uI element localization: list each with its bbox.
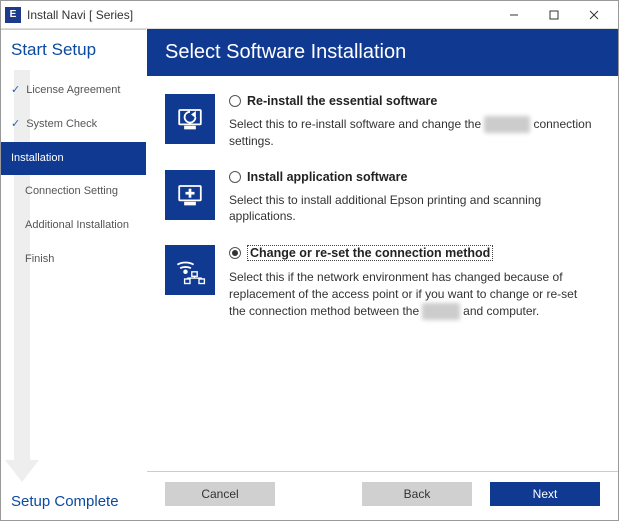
- option-title: Re-install the essential software: [247, 94, 437, 108]
- step-additional-installation: Additional Installation: [1, 209, 146, 243]
- titlebar: E Install Navi [ Series]: [1, 1, 618, 29]
- sidebar: Start Setup ✓ License Agreement ✓ System…: [1, 29, 146, 520]
- cancel-button[interactable]: Cancel: [165, 482, 275, 506]
- page-title: Select Software Installation: [147, 29, 618, 76]
- step-label: Installation: [11, 152, 64, 166]
- step-label: Additional Installation: [25, 219, 129, 233]
- check-icon: ✓: [11, 118, 20, 132]
- option-title: Change or re-set the connection method: [247, 245, 493, 261]
- redacted-text: Printer's: [484, 116, 530, 133]
- close-button[interactable]: [574, 3, 614, 27]
- option-reinstall-radio-row[interactable]: Re-install the essential software: [229, 94, 600, 108]
- option-title: Install application software: [247, 170, 407, 184]
- step-label: Finish: [25, 253, 54, 267]
- sidebar-complete-label: Setup Complete: [1, 485, 146, 520]
- option-reinstall: Re-install the essential software Select…: [165, 94, 600, 150]
- option-description: Select this to install additional Epson …: [229, 192, 600, 226]
- step-finish: Finish: [1, 243, 146, 277]
- installer-window: E Install Navi [ Series] Start Setup ✓ L…: [0, 0, 619, 521]
- window-title: Install Navi [ Series]: [27, 8, 133, 22]
- step-license: ✓ License Agreement: [1, 74, 146, 108]
- option-install-apps-radio-row[interactable]: Install application software: [229, 170, 600, 184]
- step-system-check: ✓ System Check: [1, 108, 146, 142]
- radio-icon: [229, 247, 241, 259]
- step-label: License Agreement: [26, 84, 120, 98]
- next-button[interactable]: Next: [490, 482, 600, 506]
- redacted-text: Printer: [422, 303, 459, 320]
- option-install-apps: Install application software Select this…: [165, 170, 600, 226]
- step-label: Connection Setting: [25, 185, 118, 199]
- check-icon: ✓: [11, 84, 20, 98]
- footer: Cancel Back Next: [147, 471, 618, 520]
- step-connection-setting: Connection Setting: [1, 175, 146, 209]
- option-description: Select this to re-install software and c…: [229, 116, 600, 150]
- back-button[interactable]: Back: [362, 482, 472, 506]
- install-apps-icon: [165, 170, 215, 220]
- sidebar-steps: ✓ License Agreement ✓ System Check Insta…: [1, 74, 146, 277]
- radio-icon: [229, 95, 241, 107]
- app-icon: E: [5, 7, 21, 23]
- option-change-connection-radio-row[interactable]: Change or re-set the connection method: [229, 245, 600, 261]
- sidebar-start-label: Start Setup: [1, 30, 146, 68]
- step-installation: Installation: [1, 142, 146, 176]
- maximize-button[interactable]: [534, 3, 574, 27]
- connection-icon: [165, 245, 215, 295]
- option-description: Select this if the network environment h…: [229, 269, 600, 319]
- step-label: System Check: [26, 118, 97, 132]
- reinstall-icon: [165, 94, 215, 144]
- minimize-button[interactable]: [494, 3, 534, 27]
- option-change-connection: Change or re-set the connection method S…: [165, 245, 600, 319]
- options-content: Re-install the essential software Select…: [147, 76, 618, 471]
- main-panel: Select Software Installation Re-install …: [146, 29, 618, 520]
- radio-icon: [229, 171, 241, 183]
